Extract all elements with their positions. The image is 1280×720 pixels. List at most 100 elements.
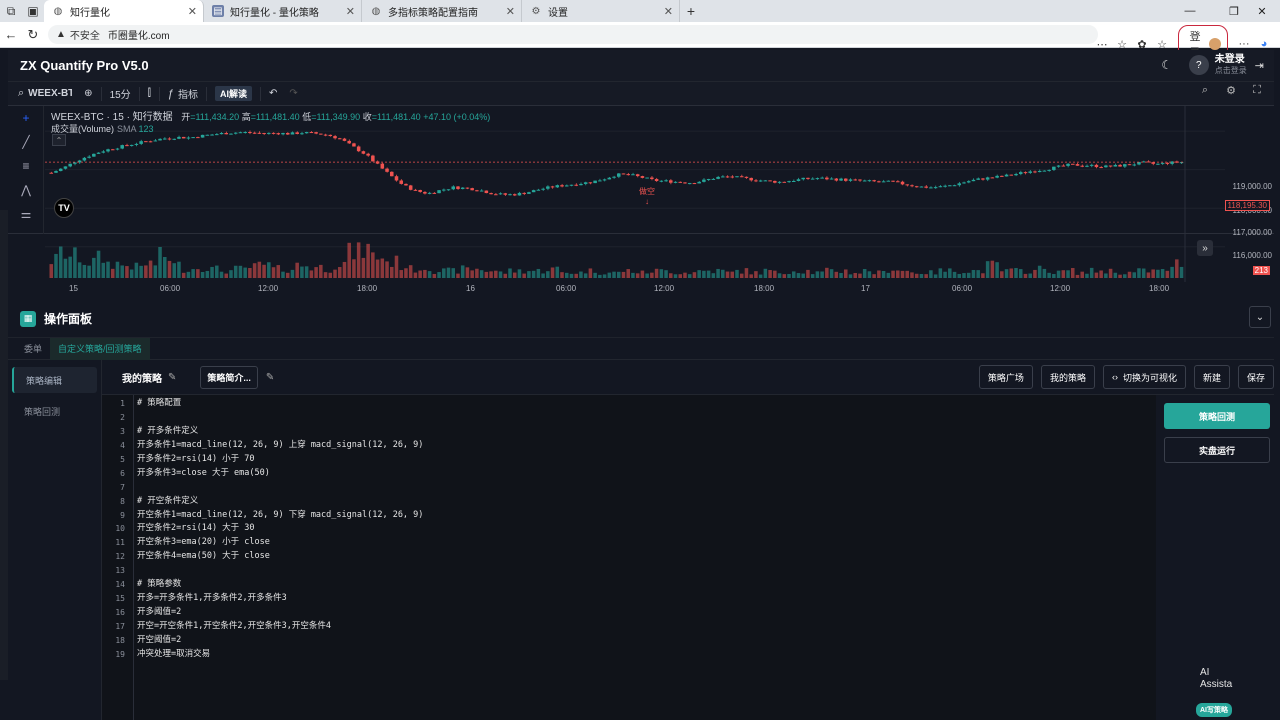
close-tab-icon[interactable]: ✕	[346, 5, 355, 18]
candle-body	[399, 180, 403, 184]
code-line[interactable]: 开多条件1=macd_line(12, 26, 9) 上穿 macd_signa…	[137, 439, 423, 453]
edit-name-icon[interactable]: ✎	[168, 372, 176, 383]
price-chart[interactable]: + ╱ ≡ ⋀ ⚌ WEEX-BTC · 15 · 知行数据 开=111,434…	[8, 106, 1274, 293]
scroll-to-latest-icon[interactable]: »	[1197, 240, 1213, 256]
close-tab-icon[interactable]: ✕	[188, 5, 197, 18]
symbol-search[interactable]: ⌕WEEX-BTC	[12, 84, 78, 104]
tradingview-logo[interactable]: TV	[54, 198, 74, 218]
ai-interpret-button[interactable]: AI解读	[209, 84, 258, 104]
code-line[interactable]: 开空条件1=macd_line(12, 26, 9) 下穿 macd_signa…	[137, 509, 423, 523]
code-line[interactable]	[137, 481, 423, 495]
panel-collapse-icon[interactable]: ⌄	[1249, 306, 1271, 328]
code-line[interactable]: 开多条件2=rsi(14) 小于 70	[137, 453, 423, 467]
code-line[interactable]: 开多=开多条件1,开多条件2,开多条件3	[137, 592, 423, 606]
new-tab-icon[interactable]: +	[680, 3, 702, 19]
close-tab-icon[interactable]: ✕	[506, 5, 515, 18]
close-tab-icon[interactable]: ✕	[664, 5, 673, 18]
strategy-intro-button[interactable]: 策略简介...	[200, 365, 258, 389]
nav-strategy-edit[interactable]: 策略编辑	[12, 367, 97, 393]
crosshair-icon[interactable]: +	[8, 106, 44, 130]
candle-body	[536, 189, 541, 191]
tab-custom-strategy[interactable]: 自定义策略/回测策略	[50, 337, 150, 360]
save-button[interactable]: 保存	[1237, 365, 1274, 389]
code-line[interactable]: # 策略参数	[137, 578, 423, 592]
candle-body	[574, 184, 578, 186]
ai-assistant-image[interactable]: AI Assista	[1200, 667, 1240, 691]
security-label[interactable]: 不安全	[70, 27, 100, 42]
pattern-icon[interactable]: ⋀	[8, 178, 44, 202]
code-line[interactable]: 开空=开空条件1,开空条件2,开空条件3,开空条件4	[137, 620, 423, 634]
volume-bar	[531, 270, 536, 278]
browser-tab-4[interactable]: ⚙ 设置 ✕	[522, 0, 680, 22]
reader-icon[interactable]: ⋯	[1092, 38, 1112, 51]
volume-bar	[314, 267, 318, 278]
code-line[interactable]: 开多阈值=2	[137, 606, 423, 620]
fib-icon[interactable]: ≡	[8, 154, 44, 178]
code-editor[interactable]: 1 2 3 4 5 6 7 8 9 10 11 12 13 14 15 16 17 18 19 # 策略配置 # 开多…	[102, 394, 1156, 720]
tab-actions-icon[interactable]: ▣	[22, 0, 44, 22]
workspaces-icon[interactable]: ⧉	[0, 0, 22, 22]
code-line[interactable]: 开空阈值=2	[137, 634, 423, 648]
backtest-button[interactable]: 策略回测	[1164, 403, 1270, 429]
volume-bar	[1179, 266, 1184, 278]
undo-icon[interactable]: ↶	[263, 84, 283, 104]
settings-icon[interactable]: ⚙	[1218, 84, 1244, 97]
copilot-icon[interactable]: ◕	[1254, 38, 1274, 50]
code-lines[interactable]: # 策略配置 # 开多条件定义 开多条件1=macd_line(12, 26, 9)…	[134, 395, 423, 720]
code-line[interactable]: # 开空条件定义	[137, 495, 423, 509]
quick-search-icon[interactable]: ⌕	[1192, 84, 1218, 97]
code-line[interactable]: 冲突处理=取消交易	[137, 648, 423, 662]
url-field[interactable]: ▲ 不安全 币圈量化.com	[48, 25, 1098, 44]
interval-button[interactable]: 15分	[104, 84, 137, 104]
help-icon[interactable]: ?	[1188, 55, 1209, 75]
candle-body	[1056, 165, 1061, 167]
switch-visual-button[interactable]: ‹› 切换为可视化	[1102, 365, 1186, 389]
volume-bar	[319, 264, 323, 278]
volume-bar	[1004, 269, 1009, 278]
volume-bar	[550, 267, 555, 278]
code-line[interactable]: 开空条件2=rsi(14) 大于 30	[137, 522, 423, 536]
add-symbol-icon[interactable]: ⊕	[78, 84, 98, 104]
code-line[interactable]: # 开多条件定义	[137, 425, 423, 439]
user-login[interactable]: 未登录 点击登录	[1215, 54, 1247, 76]
more-icon[interactable]: ···	[1234, 38, 1254, 50]
collapse-legend-icon[interactable]: ⌃	[52, 134, 66, 146]
favorite-star-icon[interactable]: ☆	[1112, 38, 1132, 51]
brush-icon[interactable]: ⚌	[8, 202, 44, 226]
extensions-icon[interactable]: ✿	[1132, 38, 1152, 51]
favorites-icon[interactable]: ☆	[1152, 38, 1172, 51]
volume-bar	[787, 273, 791, 278]
code-line[interactable]: 开空条件4=ema(50) 大于 close	[137, 550, 423, 564]
minimize-icon[interactable]: —	[1172, 0, 1208, 22]
volume-bar	[635, 273, 640, 278]
browser-tab-1[interactable]: ◍ 知行量化 ✕	[44, 0, 204, 22]
volume-bar	[957, 273, 962, 278]
indicators-button[interactable]: ƒ 指标	[162, 84, 204, 104]
refresh-icon[interactable]: ↻	[22, 27, 44, 43]
ai-strategy-badge[interactable]: AI写策略	[1196, 703, 1232, 717]
back-icon[interactable]: ←	[0, 27, 22, 42]
nav-strategy-backtest[interactable]: 策略回测	[12, 398, 97, 424]
tab-orders[interactable]: 委单	[16, 338, 50, 360]
code-line[interactable]: 开空条件3=ema(20) 小于 close	[137, 536, 423, 550]
browser-tab-3[interactable]: ◍ 多指标策略配置指南 ✕	[362, 0, 522, 22]
my-strategy-button[interactable]: 我的策略	[1040, 365, 1095, 389]
fullscreen-icon[interactable]: ⛶	[1244, 84, 1270, 97]
logout-icon[interactable]: ⇥	[1255, 59, 1264, 72]
code-line[interactable]: # 策略配置	[137, 397, 423, 411]
warning-icon: ▲	[56, 29, 66, 40]
close-window-icon[interactable]: ✕	[1244, 0, 1280, 22]
new-button[interactable]: 新建	[1193, 365, 1230, 389]
code-line[interactable]: 开多条件3=close 大于 ema(50)	[137, 467, 423, 481]
candle-type-icon[interactable]: ⫿	[142, 84, 157, 104]
dark-mode-icon[interactable]: ☾	[1157, 55, 1177, 75]
strategy-plaza-button[interactable]: 策略广场	[978, 365, 1033, 389]
edit-intro-icon[interactable]: ✎	[266, 372, 274, 383]
code-line[interactable]	[137, 411, 423, 425]
browser-tab-2[interactable]: ▤ 知行量化 - 量化策略 ✕	[204, 0, 362, 22]
trendline-icon[interactable]: ╱	[8, 130, 44, 154]
live-run-button[interactable]: 实盘运行	[1164, 437, 1270, 463]
redo-icon[interactable]: ↷	[283, 84, 303, 104]
price-tick: 119,000.00	[1232, 182, 1272, 191]
code-line[interactable]	[137, 564, 423, 578]
